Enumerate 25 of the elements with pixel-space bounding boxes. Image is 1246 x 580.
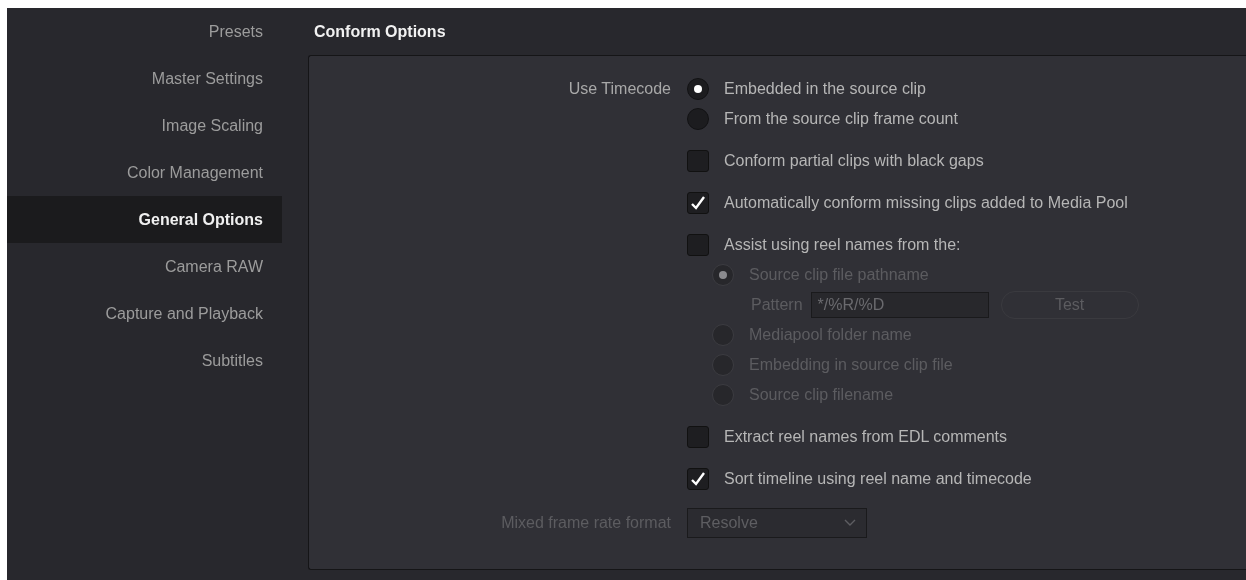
- option-label: Sort timeline using reel name and timecode: [724, 470, 1032, 488]
- sidebar-item[interactable]: Presets: [7, 8, 282, 55]
- option-label: Assist using reel names from the:: [724, 236, 961, 254]
- sidebar-item[interactable]: Capture and Playback: [7, 290, 282, 337]
- radio-button[interactable]: [687, 108, 709, 130]
- sidebar-item[interactable]: Master Settings: [7, 55, 282, 102]
- option-label: From the source clip frame count: [724, 110, 958, 128]
- checkbox[interactable]: [687, 468, 709, 490]
- sidebar-item[interactable]: Image Scaling: [7, 102, 282, 149]
- sidebar-item[interactable]: Color Management: [7, 149, 282, 196]
- sidebar-item[interactable]: General Options: [7, 196, 282, 243]
- option-label: Extract reel names from EDL comments: [724, 428, 1008, 446]
- checkbox[interactable]: [687, 192, 709, 214]
- sidebar-item[interactable]: Camera RAW: [7, 243, 282, 290]
- sidebar-item[interactable]: Subtitles: [7, 337, 282, 384]
- option-label: Automatically conform missing clips added to Media Pool: [724, 194, 1128, 212]
- checkbox[interactable]: [687, 150, 709, 172]
- option-label: Conform partial clips with black gaps: [724, 152, 984, 170]
- section-title: Conform Options: [313, 21, 447, 42]
- field-label: Use Timecode: [568, 80, 671, 98]
- option-label: Embedded in the source clip: [724, 80, 926, 98]
- checkbox[interactable]: [687, 234, 709, 256]
- chevron-icon: [844, 519, 856, 527]
- radio-button[interactable]: [687, 78, 709, 100]
- checkbox[interactable]: [687, 426, 709, 448]
